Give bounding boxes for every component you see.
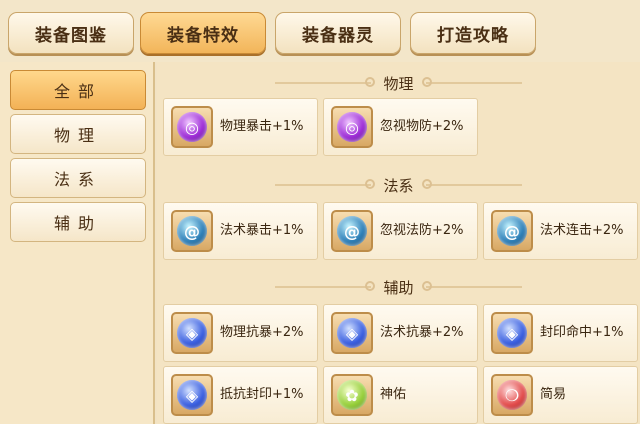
section-header-physical: 物理 <box>157 70 640 96</box>
teal-swirl-icon: @ <box>171 210 213 252</box>
effect-card[interactable]: ◈ 抵抗封印+1% <box>163 366 318 424</box>
sidebar-item-label: 法系 <box>53 170 102 189</box>
tab-label: 装备图鉴 <box>35 25 107 46</box>
effect-label: 忽视物防+2% <box>380 119 464 134</box>
effect-label: 抵抗封印+1% <box>220 387 304 402</box>
effect-card[interactable]: @ 法术连击+2% <box>483 202 638 260</box>
tab-forging-guide[interactable]: 打造攻略 <box>410 12 536 54</box>
effect-card[interactable]: ◈ 封印命中+1% <box>483 304 638 362</box>
tab-equipment-catalog[interactable]: 装备图鉴 <box>8 12 134 54</box>
section-header-support: 辅助 <box>157 274 640 300</box>
sidebar-item-label: 辅助 <box>53 214 102 233</box>
sidebar-item-label: 物理 <box>53 126 102 145</box>
sidebar-item-label: 全部 <box>53 82 102 101</box>
effect-card[interactable]: ✿ 神佑 <box>323 366 478 424</box>
effect-label: 法术抗暴+2% <box>380 325 464 340</box>
section-title: 辅助 <box>383 278 414 297</box>
effect-label: 物理抗暴+2% <box>220 325 304 340</box>
effect-label: 神佑 <box>380 387 407 402</box>
tab-equipment-effects[interactable]: 装备特效 <box>140 12 266 54</box>
effect-card[interactable]: @ 法术暴击+1% <box>163 202 318 260</box>
sidebar-item-all[interactable]: 全部 <box>10 70 146 110</box>
effect-card[interactable]: ◈ 物理抗暴+2% <box>163 304 318 362</box>
effect-label: 封印命中+1% <box>540 325 624 340</box>
divider <box>421 77 522 87</box>
green-blessing-icon: ✿ <box>331 374 373 416</box>
effect-card[interactable]: @ 忽视法防+2% <box>323 202 478 260</box>
section-title: 法系 <box>383 176 414 195</box>
purple-vortex-icon: ◎ <box>171 106 213 148</box>
blue-shield-icon: ◈ <box>491 312 533 354</box>
effect-label: 物理暴击+1% <box>220 119 304 134</box>
tab-label: 装备特效 <box>167 25 239 46</box>
tab-label: 打造攻略 <box>437 25 509 46</box>
divider <box>421 281 522 291</box>
effect-card[interactable]: ◈ 法术抗暴+2% <box>323 304 478 362</box>
blue-shield-icon: ◈ <box>171 312 213 354</box>
effect-label: 忽视法防+2% <box>380 223 464 238</box>
effect-card[interactable]: ◎ 忽视物防+2% <box>323 98 478 156</box>
divider <box>275 77 376 87</box>
blue-shield-icon: ◈ <box>171 374 213 416</box>
sidebar-item-physical[interactable]: 物理 <box>10 114 146 154</box>
effect-card[interactable]: ◎ 物理暴击+1% <box>163 98 318 156</box>
purple-vortex-icon: ◎ <box>331 106 373 148</box>
divider <box>275 179 376 189</box>
teal-swirl-icon: @ <box>491 210 533 252</box>
section-header-magic: 法系 <box>157 172 640 198</box>
divider <box>421 179 522 189</box>
red-orb-icon: ❍ <box>491 374 533 416</box>
effect-label: 法术连击+2% <box>540 223 624 238</box>
divider <box>275 281 376 291</box>
effects-list: 物理 ◎ 物理暴击+1% ◎ 忽视物防+2% 法系 @ 法术暴击+1% @ 忽视… <box>157 62 640 424</box>
filter-sidebar: 全部 物理 法系 辅助 <box>0 62 155 424</box>
sidebar-item-magic[interactable]: 法系 <box>10 158 146 198</box>
effect-label: 法术暴击+1% <box>220 223 304 238</box>
effect-label: 简易 <box>540 387 567 402</box>
teal-swirl-icon: @ <box>331 210 373 252</box>
tab-label: 装备器灵 <box>302 25 374 46</box>
section-title: 物理 <box>383 74 414 93</box>
sidebar-item-support[interactable]: 辅助 <box>10 202 146 242</box>
blue-shield-icon: ◈ <box>331 312 373 354</box>
effect-card[interactable]: ❍ 简易 <box>483 366 638 424</box>
tab-equipment-spirit[interactable]: 装备器灵 <box>275 12 401 54</box>
top-tab-bar: 装备图鉴 装备特效 装备器灵 打造攻略 <box>0 0 640 62</box>
